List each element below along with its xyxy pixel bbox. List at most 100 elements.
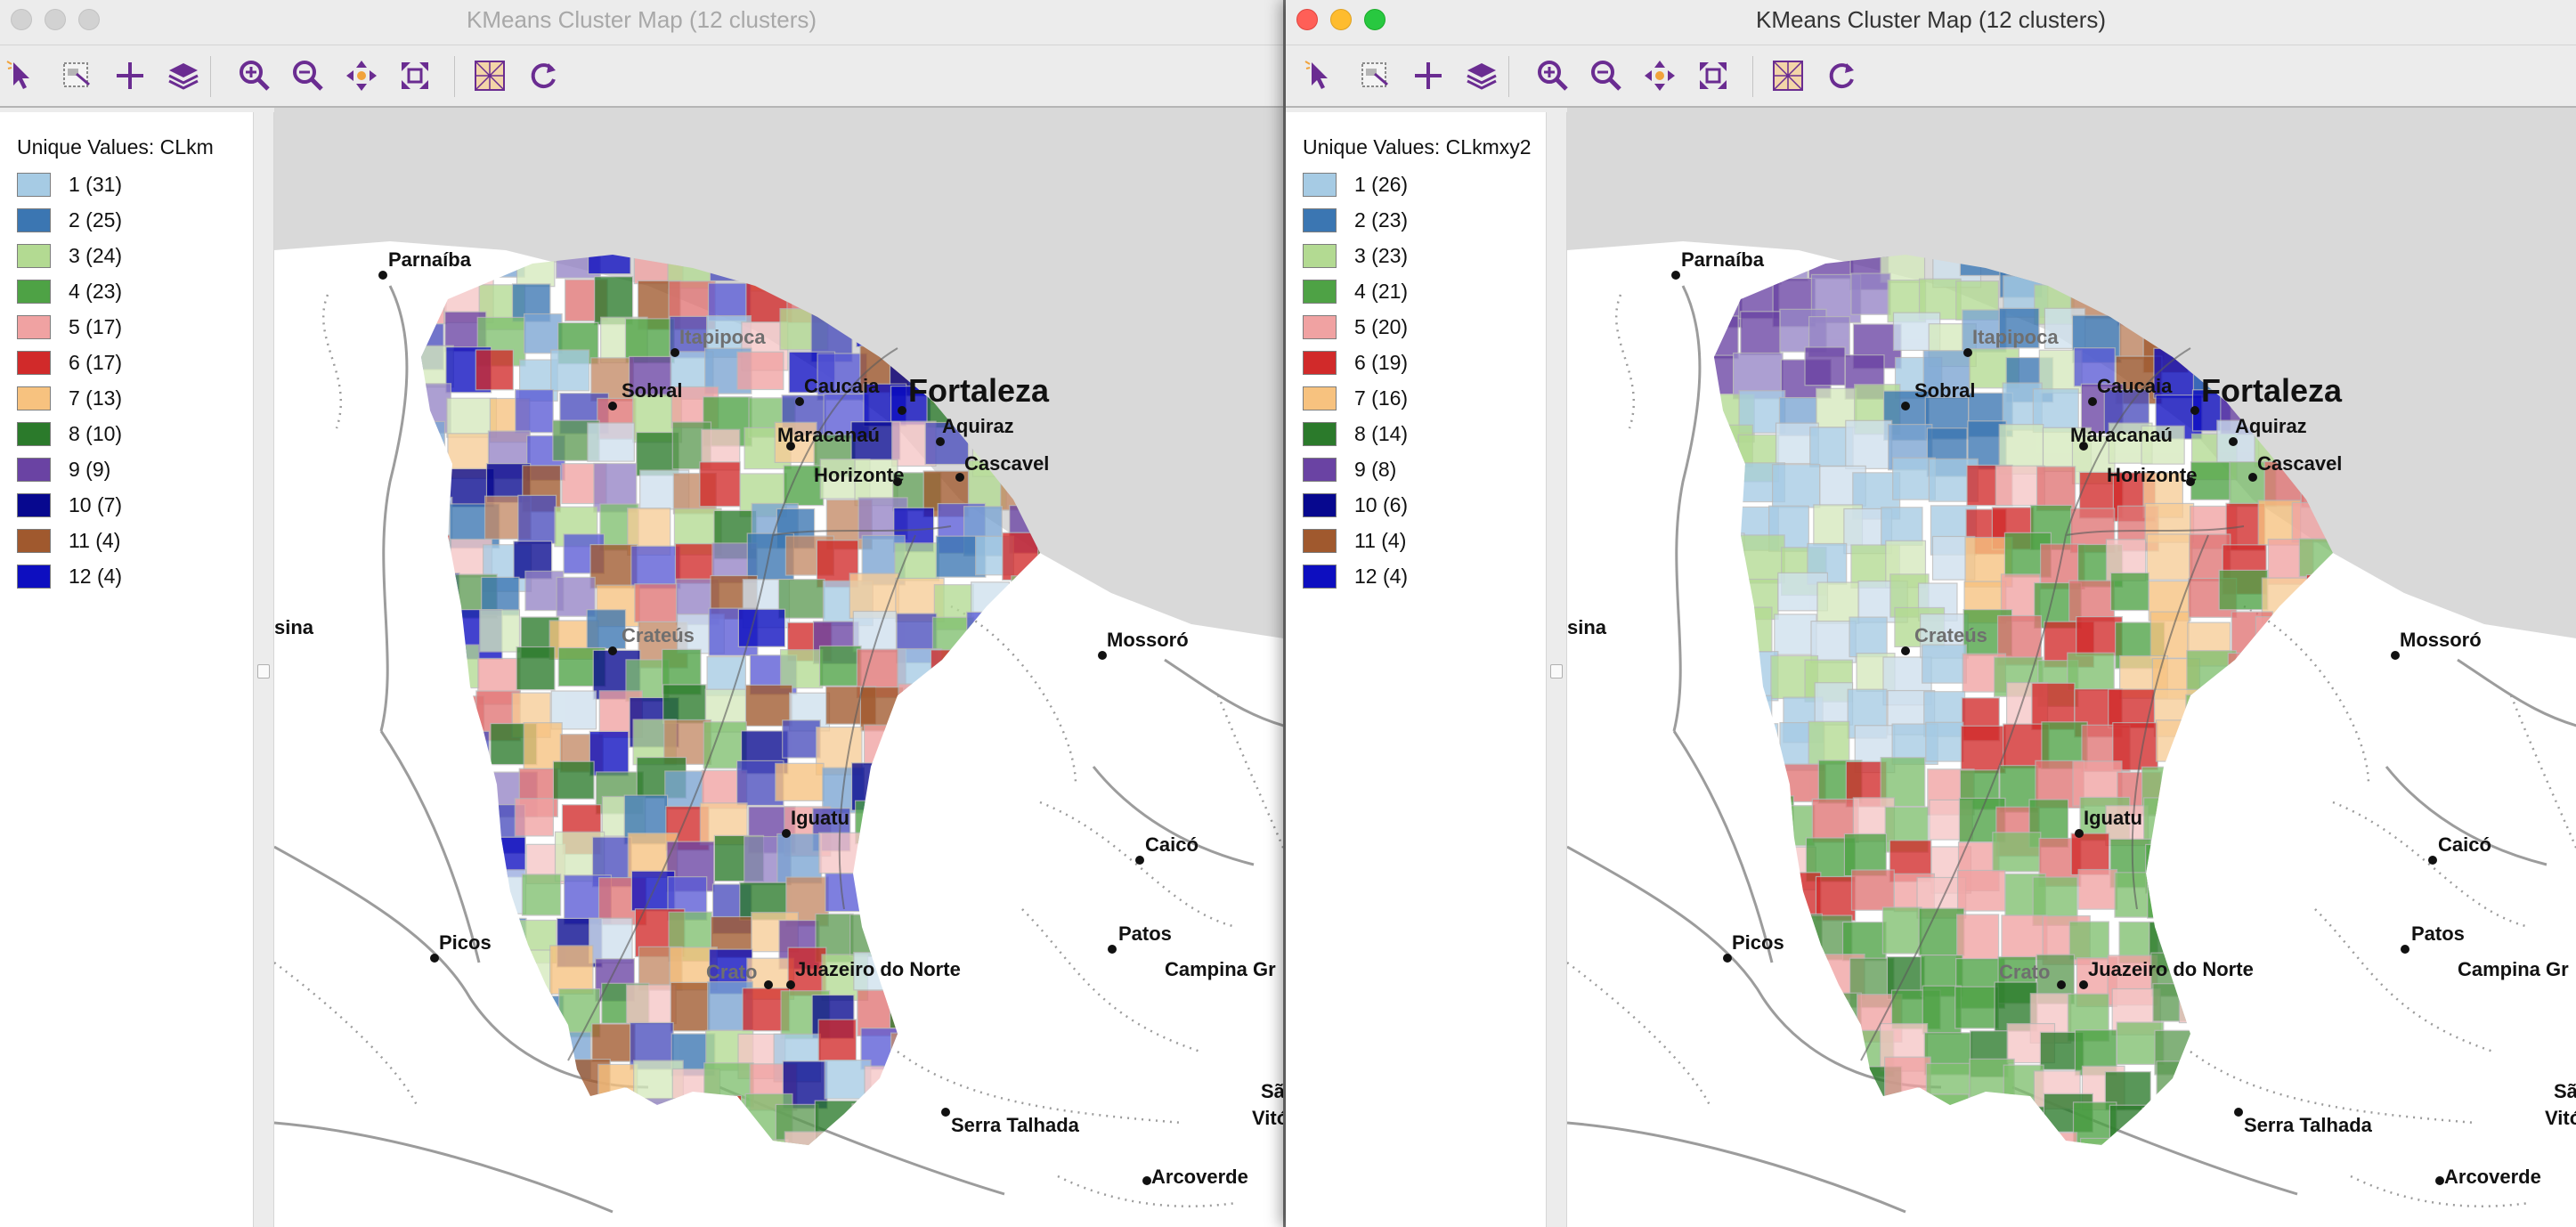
full-extent-icon[interactable] [397,58,433,93]
city-label-sa_partial: Sã [1261,1080,1283,1102]
legend-label: 7 (16) [1354,386,1409,410]
city-marker [378,271,387,280]
legend-swatch[interactable] [17,422,51,446]
city-label-sobral: Sobral [622,379,682,402]
city-label-mossoro: Mossoró [2400,629,2482,651]
legend-swatch[interactable] [17,351,51,375]
city-label-crato: Crato [1999,961,2050,983]
legend-label: 1 (31) [69,173,123,196]
legend-swatch[interactable] [1303,386,1337,410]
city-label-patos: Patos [2411,922,2465,945]
add-icon[interactable] [112,58,148,93]
legend-swatch[interactable] [1303,315,1337,339]
city-label-serra_talhada: Serra Talhada [951,1114,1080,1136]
legend-swatch[interactable] [17,493,51,517]
legend-swatch[interactable] [17,208,51,232]
legend-label: 2 (23) [1354,208,1409,232]
select-icon[interactable] [1304,58,1339,93]
legend-swatch[interactable] [1303,208,1337,232]
title-bar[interactable]: KMeans Cluster Map (12 clusters) [0,0,1283,45]
city-marker [2088,397,2097,406]
city-marker [1671,271,1680,280]
city-marker [2229,437,2238,446]
legend-swatch[interactable] [1303,458,1337,482]
map-svg[interactable]: Parnaíba Itapipoca Sobral Caucaia Fortaleza A… [274,108,1283,1227]
splitter-handle[interactable] [1550,664,1563,679]
legend-swatch[interactable] [17,565,51,589]
legend-label: 10 (6) [1354,493,1409,516]
city-label-parnaiba: Parnaíba [1681,248,1765,271]
basemap-icon[interactable] [1770,58,1806,93]
title-bar[interactable]: KMeans Cluster Map (12 clusters) [1286,0,2576,45]
city-label-aquiraz: Aquiraz [942,415,1014,437]
zoom-out-icon[interactable] [290,58,326,93]
legend-swatch[interactable] [1303,422,1337,446]
city-marker [608,646,617,655]
legend-swatch[interactable] [1303,244,1337,268]
pan-icon[interactable] [344,58,379,93]
legend-swatch[interactable] [1303,280,1337,304]
window-title: KMeans Cluster Map (12 clusters) [1755,6,2107,33]
city-marker [764,980,773,989]
legend-swatch[interactable] [1303,529,1337,553]
city-label-juazeiro: Juazeiro do Norte [795,958,961,980]
city-marker [1142,1176,1151,1185]
select-icon[interactable] [5,58,41,93]
legend-swatch[interactable] [17,529,51,553]
toolbar-separator [454,56,455,97]
legend-swatch[interactable] [17,280,51,304]
city-label-iguatu: Iguatu [2084,807,2142,829]
map-canvas[interactable]: Parnaíba Itapipoca Sobral Caucaia Fortaleza A… [1567,108,2576,1227]
city-marker [1108,945,1117,954]
legend-panel[interactable]: Unique Values: CLkmxy2 1 (26) 2 (23) 3 (23… [1286,112,1547,1227]
legend-label: 11 (4) [69,529,121,552]
city-marker [430,954,439,963]
splitter-handle[interactable] [257,664,270,679]
city-label-fortaleza: Fortaleza [908,372,1050,409]
city-marker [1098,651,1107,660]
legend-label: 4 (23) [69,280,123,303]
map-svg[interactable]: Parnaíba Itapipoca Sobral Caucaia Fortaleza A… [1567,108,2576,1227]
zoom-in-icon[interactable] [237,58,272,93]
map-toolbar [1286,45,2576,108]
layers-icon[interactable] [166,58,201,93]
legend-swatch[interactable] [17,458,51,482]
selection-options-icon[interactable] [59,58,94,93]
city-label-juazeiro: Juazeiro do Norte [2088,958,2254,980]
legend-splitter[interactable] [254,112,274,1227]
city-label-maracanau: Maracanaú [2070,424,2173,446]
legend-swatch[interactable] [17,244,51,268]
legend-swatch[interactable] [1303,493,1337,517]
add-icon[interactable] [1410,58,1446,93]
city-label-cascavel: Cascavel [2257,452,2342,475]
city-label-horizonte: Horizonte [814,464,904,486]
legend-label: 6 (19) [1354,351,1409,374]
zoom-out-icon[interactable] [1589,58,1624,93]
legend-swatch[interactable] [1303,565,1337,589]
selection-options-icon[interactable] [1357,58,1393,93]
map-canvas[interactable]: Parnaíba Itapipoca Sobral Caucaia Fortaleza A… [274,108,1283,1227]
legend-splitter[interactable] [1547,112,1567,1227]
basemap-icon[interactable] [472,58,508,93]
refresh-icon[interactable] [1824,58,1859,93]
legend-swatch[interactable] [17,173,51,197]
city-label-crateus: Crateús [1914,624,1987,646]
zoom-in-icon[interactable] [1535,58,1571,93]
legend-label: 5 (20) [1354,315,1409,338]
legend-swatch[interactable] [17,386,51,410]
layers-icon[interactable] [1464,58,1499,93]
legend-label: 5 (17) [69,315,123,338]
city-marker [608,402,617,410]
refresh-icon[interactable] [525,58,561,93]
legend-label: 3 (24) [69,244,123,267]
city-label-iguatu: Iguatu [791,807,849,829]
full-extent-icon[interactable] [1695,58,1731,93]
legend-panel[interactable]: Unique Values: CLkm 1 (31) 2 (25) 3 (24) 4 … [0,112,254,1227]
legend-label: 7 (13) [69,386,123,410]
legend-swatch[interactable] [17,315,51,339]
city-label-itapipoca: Itapipoca [679,326,766,348]
pan-icon[interactable] [1642,58,1678,93]
legend-swatch[interactable] [1303,351,1337,375]
legend-swatch[interactable] [1303,173,1337,197]
city-marker [2428,856,2437,865]
